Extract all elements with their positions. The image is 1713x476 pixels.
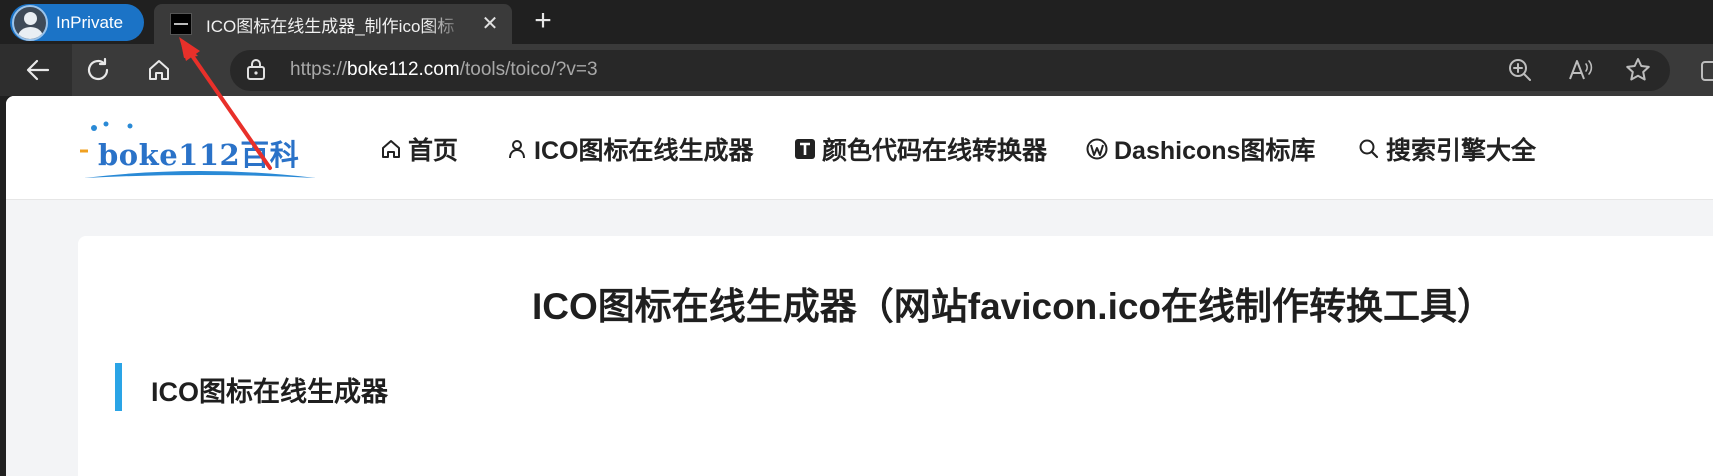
zoom-icon[interactable] [1506, 56, 1534, 89]
search-icon [1359, 139, 1379, 159]
url-path: /tools/toico/?v=3 [459, 59, 598, 80]
favorite-star-icon[interactable] [1624, 56, 1652, 89]
home-icon [382, 140, 400, 158]
new-tab-button[interactable]: + [527, 6, 559, 38]
section-accent-bar [115, 363, 122, 411]
nav-item-search-engines[interactable]: 搜索引擎大全 [1358, 134, 1537, 165]
web-page: boke112百科 首页 ICO图标在线生成器 颜色代码在线转换器 Dashic… [6, 96, 1713, 476]
nav-item-home[interactable]: 首页 [380, 134, 459, 165]
refresh-button[interactable] [80, 52, 116, 88]
logo-text: boke112百科 [98, 138, 300, 172]
page-title: ICO图标在线生成器（网站favicon.ico在线制作转换工具） [531, 286, 1495, 327]
inprivate-label: InPrivate [56, 12, 124, 32]
browser-toolbar: https://boke112.com/tools/toico/?v=3 [0, 44, 1713, 96]
nav-label: 首页 [408, 137, 459, 165]
tab-favicon-icon [170, 13, 192, 35]
t-square-icon [795, 139, 815, 159]
url-host: boke112.com [347, 59, 460, 80]
wordpress-icon [1086, 138, 1108, 160]
inprivate-profile-button[interactable]: InPrivate [10, 4, 144, 41]
nav-label: 搜索引擎大全 [1386, 137, 1537, 165]
site-logo[interactable]: boke112百科 [80, 114, 320, 184]
tab-title: ICO图标在线生成器_制作ico图标 [206, 16, 455, 36]
browser-tab-active[interactable]: ICO图标在线生成器_制作ico图标 ✕ [154, 4, 512, 44]
refresh-icon [87, 57, 109, 81]
nav-item-color-converter[interactable]: 颜色代码在线转换器 [794, 134, 1048, 165]
back-button[interactable] [20, 52, 56, 88]
section-title: ICO图标在线生成器 [151, 377, 389, 407]
home-icon [149, 60, 169, 80]
nav-label: Dashicons图标库 [1114, 137, 1316, 165]
lock-icon[interactable] [245, 56, 267, 87]
home-button[interactable] [141, 52, 177, 88]
nav-label: ICO图标在线生成器 [534, 137, 754, 165]
nav-item-ico-generator[interactable]: ICO图标在线生成器 [506, 134, 754, 165]
avatar [12, 4, 48, 41]
user-icon [509, 140, 525, 159]
content-card: ICO图标在线生成器（网站favicon.ico在线制作转换工具） ICO图标在… [78, 236, 1713, 476]
url-scheme: https:// [290, 59, 348, 80]
nav-label: 颜色代码在线转换器 [822, 137, 1048, 165]
read-aloud-icon[interactable] [1566, 56, 1594, 89]
back-arrow-icon [26, 59, 50, 81]
extension-icon[interactable] [1700, 60, 1713, 87]
tab-strip: InPrivate ICO图标在线生成器_制作ico图标 ✕ + [0, 0, 1713, 44]
url-text[interactable]: https://boke112.com/tools/toico/?v=3 [290, 59, 598, 81]
site-header: boke112百科 首页 ICO图标在线生成器 颜色代码在线转换器 Dashic… [6, 96, 1713, 200]
tab-close-icon[interactable]: ✕ [480, 14, 500, 34]
nav-item-dashicons[interactable]: Dashicons图标库 [1086, 134, 1316, 165]
